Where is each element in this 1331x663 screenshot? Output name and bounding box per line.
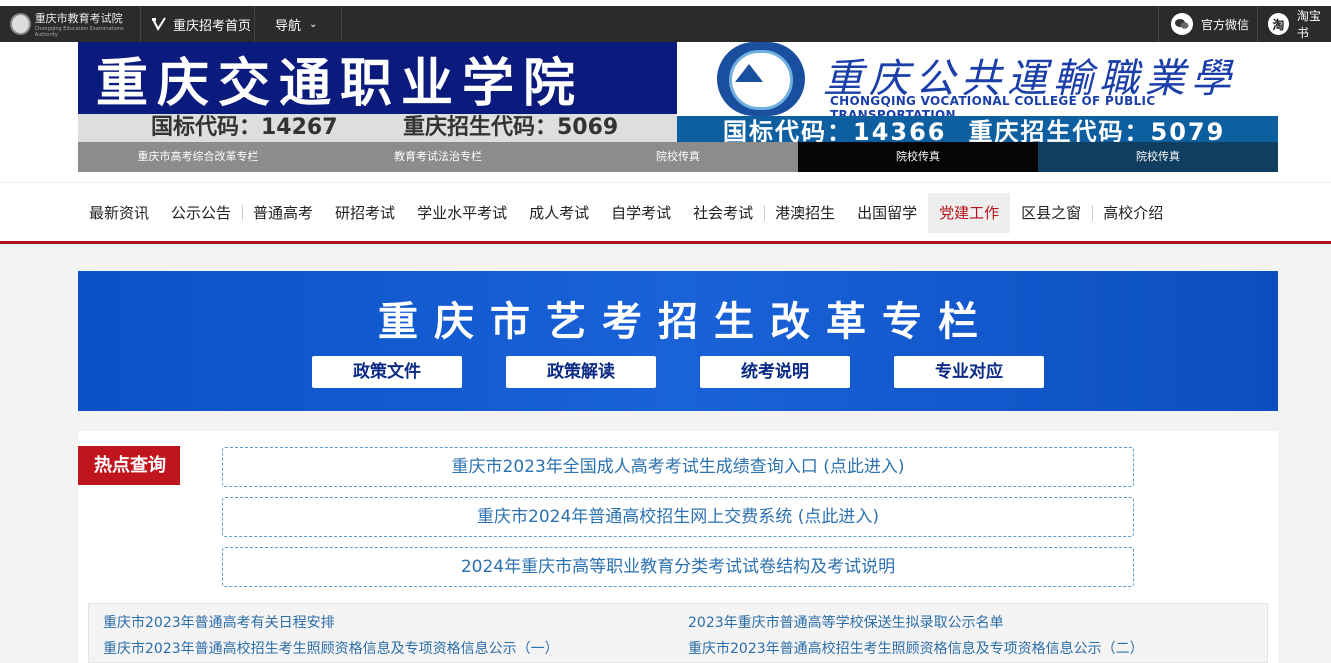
logo-text-wrap: 重庆市教育考试院 Chongqing Education Examination… bbox=[35, 11, 140, 38]
nav-hk-macau[interactable]: 港澳招生 bbox=[764, 193, 846, 233]
nav-party-work[interactable]: 党建工作 bbox=[928, 193, 1011, 233]
nav-social-exam[interactable]: 社会考试 bbox=[682, 193, 764, 233]
hot-link-fee-system[interactable]: 重庆市2024年普通高校招生网上交费系统 (点此进入) bbox=[222, 497, 1134, 537]
exam-authority-logo[interactable]: 重庆市教育考试院 Chongqing Education Examination… bbox=[0, 6, 141, 42]
logo-subtitle: Chongqing Education Examinations Authori… bbox=[34, 25, 124, 38]
top-utility-bar: 重庆市教育考试院 Chongqing Education Examination… bbox=[0, 0, 1331, 42]
subnav-item[interactable]: 重庆市高考综合改革专栏 bbox=[78, 142, 318, 172]
subnav-item[interactable]: 院校传真 bbox=[1038, 142, 1278, 172]
list-item[interactable]: 重庆市2023年普通高校招生考生照顾资格信息及专项资格信息公示（一） bbox=[103, 638, 559, 658]
wechat-icon bbox=[1171, 13, 1193, 35]
left-college-title: 重庆交通职业学院 bbox=[78, 42, 677, 114]
hot-query-section: 热点查询 重庆市2023年全国成人高考考试生成绩查询入口 (点此进入) 重庆市2… bbox=[78, 431, 1278, 663]
taobao-link[interactable]: 淘 淘宝书 bbox=[1258, 6, 1331, 42]
hot-query-tag: 热点查询 bbox=[78, 446, 180, 485]
art-exam-banner: 重庆市艺考招生改革专栏 政策文件 政策解读 统考说明 专业对应 bbox=[78, 271, 1278, 411]
emblem-mountain bbox=[735, 64, 763, 82]
nav-latest-news[interactable]: 最新资讯 bbox=[78, 193, 160, 233]
list-item[interactable]: 重庆市2023年普通高考有关日程安排 bbox=[103, 612, 335, 632]
college-emblem-icon bbox=[717, 42, 805, 116]
left-college-codes: 国标代码：14267 重庆招生代码：5069 bbox=[78, 114, 677, 142]
left-code-cq: 重庆招生代码：5069 bbox=[403, 115, 619, 140]
exam-description-button[interactable]: 统考说明 bbox=[700, 356, 850, 388]
wechat-label: 官方微信 bbox=[1201, 17, 1250, 32]
nav-label: 导航 bbox=[275, 18, 302, 34]
nav-study-abroad[interactable]: 出国留学 bbox=[846, 193, 928, 233]
policy-interpretation-button[interactable]: 政策解读 bbox=[506, 356, 656, 388]
nav-proficiency-test[interactable]: 学业水平考试 bbox=[406, 193, 518, 233]
news-list: 重庆市2023年普通高考有关日程安排 2023年重庆市普通高等学校保送生拟录取公… bbox=[88, 603, 1268, 663]
seal-icon bbox=[10, 13, 31, 35]
nav-universities[interactable]: 高校介绍 bbox=[1092, 193, 1174, 233]
left-code-intl: 国标代码：14267 bbox=[151, 115, 338, 140]
art-banner-title: 重庆市艺考招生改革专栏 bbox=[378, 299, 994, 345]
list-item[interactable]: 重庆市2023年普通高校招生考生照顾资格信息及专项资格信息公示（二） bbox=[688, 638, 1144, 658]
home-v-icon bbox=[152, 17, 166, 32]
list-item[interactable]: 2023年重庆市普通高等学校保送生拟录取公示名单 bbox=[688, 612, 1004, 632]
home-link[interactable]: 重庆招考首页 bbox=[141, 6, 255, 42]
major-mapping-button[interactable]: 专业对应 bbox=[894, 356, 1044, 388]
chevron-down-icon: ⌄ bbox=[309, 18, 318, 30]
nav-dropdown[interactable]: 导航 ⌄ bbox=[255, 6, 342, 42]
nav-gaokao[interactable]: 普通高考 bbox=[242, 193, 324, 233]
wechat-link[interactable]: 官方微信 bbox=[1158, 6, 1258, 42]
main-navigation: 最新资讯 公示公告 普通高考 研招考试 学业水平考试 成人考试 自学考试 社会考… bbox=[0, 182, 1331, 244]
right-college-header: 重庆公共運輸職業學院 CHONGQING VOCATIONAL COLLEGE … bbox=[677, 42, 1278, 160]
nav-announcements[interactable]: 公示公告 bbox=[160, 193, 242, 233]
nav-postgrad[interactable]: 研招考试 bbox=[324, 193, 406, 233]
taobao-icon: 淘 bbox=[1268, 13, 1289, 35]
policy-docs-button[interactable]: 政策文件 bbox=[312, 356, 462, 388]
nav-adult-exam[interactable]: 成人考试 bbox=[518, 193, 600, 233]
subnav-item[interactable]: 教育考试法治专栏 bbox=[318, 142, 558, 172]
subnav-item[interactable]: 院校传真 bbox=[798, 142, 1038, 172]
right-college-codes: 国标代码：14366 重庆招生代码：5079 bbox=[677, 116, 1278, 146]
hot-link-adult-score[interactable]: 重庆市2023年全国成人高考考试生成绩查询入口 (点此进入) bbox=[222, 447, 1134, 487]
special-columns-bar: 重庆市高考综合改革专栏 教育考试法治专栏 院校传真 院校传真 院校传真 bbox=[78, 142, 1278, 172]
subnav-item[interactable]: 院校传真 bbox=[558, 142, 798, 172]
main-nav-inner: 最新资讯 公示公告 普通高考 研招考试 学业水平考试 成人考试 自学考试 社会考… bbox=[78, 193, 1278, 233]
home-label: 重庆招考首页 bbox=[173, 18, 252, 34]
hot-link-vocational-exam[interactable]: 2024年重庆市高等职业教育分类考试试卷结构及考试说明 bbox=[222, 547, 1134, 587]
taobao-label: 淘宝书 bbox=[1296, 9, 1321, 40]
nav-districts[interactable]: 区县之窗 bbox=[1010, 193, 1092, 233]
nav-self-study[interactable]: 自学考试 bbox=[600, 193, 682, 233]
logo-text: 重庆市教育考试院 bbox=[34, 11, 123, 25]
